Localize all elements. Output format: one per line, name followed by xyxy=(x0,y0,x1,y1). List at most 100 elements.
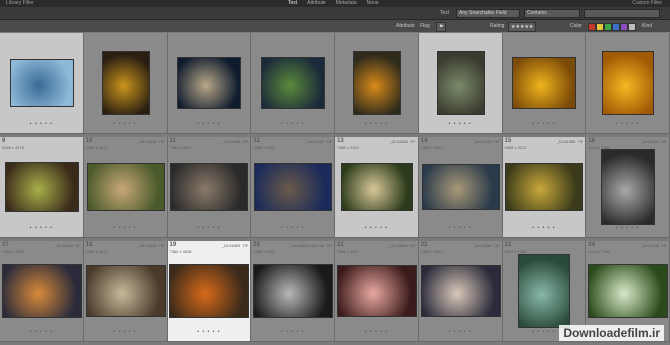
photo-thumbnail[interactable] xyxy=(255,164,332,210)
photo-thumbnail[interactable] xyxy=(519,255,570,327)
watermark: Downloadefilm.ir xyxy=(559,325,664,341)
field-select[interactable]: Any Searchable Field xyxy=(456,9,520,18)
photo-thumbnail[interactable] xyxy=(589,265,668,317)
grid-cell[interactable]: 9 3348 x 4176 • • • • • xyxy=(0,137,84,238)
photo-thumbnail[interactable] xyxy=(178,58,241,108)
grid-cell[interactable]: • • • • • xyxy=(335,33,419,134)
grid-cell[interactable]: • • • • • xyxy=(418,33,503,134)
photo-thumbnail[interactable] xyxy=(102,52,149,114)
photo-thumbnail[interactable] xyxy=(86,266,165,316)
custom-filter-label[interactable]: Custom Filter xyxy=(632,0,662,7)
rating-dots: • • • • • xyxy=(113,225,137,231)
title-bar: Library Filter Text Attribute Metadata N… xyxy=(0,0,670,7)
tab-text[interactable]: Text xyxy=(288,0,297,7)
cell-number: 16 xyxy=(588,138,595,144)
cell-number: 9 xyxy=(2,138,6,144)
photo-thumbnail[interactable] xyxy=(506,164,583,210)
file-type-badge: TIF xyxy=(326,139,332,144)
photo-thumbnail[interactable] xyxy=(422,165,499,209)
photo-thumbnail[interactable] xyxy=(437,52,484,114)
grid-cell[interactable]: • • • • • xyxy=(83,33,168,134)
color-blue-chip[interactable] xyxy=(612,23,620,31)
file-type-badge: TIF xyxy=(74,243,81,248)
grid-cell[interactable]: 22 7360 x 4912 _DL04696 TIF • • • • • xyxy=(418,241,503,342)
cell-dimensions: 4912 x 7360 xyxy=(504,249,527,254)
rating-dots: • • • • • xyxy=(197,225,221,231)
rating-dots: • • • • • xyxy=(532,225,556,231)
grid-cell[interactable]: 20 7360 x 4912 _DL04669 Edit Edit TIF • • • … xyxy=(251,241,335,342)
cell-number: 15 xyxy=(504,138,512,144)
photo-thumbnail[interactable] xyxy=(254,265,333,317)
cell-filename: _DL04448 xyxy=(138,139,157,144)
photo-thumbnail[interactable] xyxy=(2,265,81,317)
photo-thumbnail[interactable] xyxy=(170,265,249,317)
file-type-badge: TIF xyxy=(577,139,584,144)
photo-thumbnail[interactable] xyxy=(10,60,73,106)
tab-attribute[interactable]: Attribute xyxy=(307,0,326,7)
tab-none[interactable]: None xyxy=(367,0,379,7)
search-input[interactable] xyxy=(584,9,660,18)
grid-cell[interactable]: 15 4908 x 3272 _DL04485 TIF • • • • • xyxy=(502,137,587,238)
grid-cell[interactable]: 12 7360 x 4912 _DL04457 TIF • • • • • xyxy=(251,137,335,238)
grid-cell[interactable]: 11 7360 x 4912 _DL04448 TIF • • • • • xyxy=(167,137,252,238)
rating-stars[interactable]: ★★★★★ xyxy=(508,22,537,32)
grid-cell[interactable]: 13 7360 x 4912 _DL04468 TIF • • • • • xyxy=(335,137,419,238)
grid-cell[interactable]: • • • • • xyxy=(251,33,335,134)
photo-thumbnail[interactable] xyxy=(421,266,500,316)
rating-dots: • • • • • xyxy=(280,225,305,231)
cell-filename: _DL04448 xyxy=(221,139,241,144)
grid-cell[interactable]: 14 7360 x 4912 _DL04474 TIF • • • • • xyxy=(418,137,503,238)
flag-label: Flag xyxy=(420,23,430,29)
grid-cell[interactable]: 17 7360 x 4912 _DL04448 TIF • • • • • xyxy=(0,241,84,342)
file-type-badge: TIF xyxy=(242,139,249,144)
cell-number: 13 xyxy=(337,138,344,144)
grid-cell[interactable]: • • • • • xyxy=(586,33,670,134)
operator-select[interactable]: Contains xyxy=(524,9,580,18)
grid-cell[interactable]: 16 4912 x 7360 _DL04491 TIF • • • • • xyxy=(586,137,670,238)
photo-thumbnail[interactable] xyxy=(5,163,78,211)
photo-thumbnail[interactable] xyxy=(513,58,576,108)
grid-cell[interactable]: • • • • • xyxy=(502,33,587,134)
color-green-chip[interactable] xyxy=(604,23,612,31)
rating-dots: • • • • • xyxy=(113,329,137,335)
flag-button[interactable]: ⚑ xyxy=(436,22,447,32)
attribute-label: Attribute xyxy=(396,23,415,29)
tab-metadata[interactable]: Metadata xyxy=(336,0,357,7)
cell-dimensions: 4908 x 3272 xyxy=(504,145,527,150)
grid-cell[interactable]: 18 7360 x 4912 _DL04449 TIF • • • • • xyxy=(83,241,168,342)
grid-cell[interactable]: 19 7360 x 4928 _DL04829 TIF • • • • • xyxy=(167,241,252,342)
color-yellow-chip[interactable] xyxy=(596,23,604,31)
grid-cell[interactable]: 21 7360 x 4912 _DL04680 TIF • • • • • xyxy=(335,241,419,342)
cell-number: 11 xyxy=(169,138,176,144)
photo-thumbnail[interactable] xyxy=(341,164,412,210)
cell-number: 17 xyxy=(2,242,9,248)
cell-filename: _DL04736 xyxy=(640,243,659,248)
kind-label: Kind xyxy=(642,23,653,29)
cell-dimensions: 7360 x 4928 xyxy=(169,249,192,254)
color-none-chip[interactable] xyxy=(628,23,636,31)
photo-thumbnail[interactable] xyxy=(262,58,325,108)
photo-thumbnail[interactable] xyxy=(337,266,416,316)
cell-dimensions: 4912 x 7360 xyxy=(588,249,611,254)
photo-thumbnail[interactable] xyxy=(603,52,654,114)
rating-dots: • • • • • xyxy=(364,121,389,127)
photo-thumbnail[interactable] xyxy=(171,164,248,210)
rating-dots: • • • • • xyxy=(448,329,472,335)
cell-dimensions: 7360 x 4912 xyxy=(420,249,443,254)
photo-thumbnail[interactable] xyxy=(602,150,655,224)
grid-cell[interactable]: 10 7360 x 4912 _DL04448 TIF • • • • • xyxy=(83,137,168,238)
cell-dimensions: 7360 x 4912 xyxy=(253,249,276,254)
cell-number: 14 xyxy=(420,138,428,144)
cell-dimensions: 7360 x 4912 xyxy=(85,145,108,150)
color-red-chip[interactable] xyxy=(588,23,596,31)
cell-dimensions: 7360 x 4912 xyxy=(337,249,360,254)
grid-cell[interactable]: • • • • • xyxy=(0,33,84,134)
cell-dimensions: 7360 x 4912 xyxy=(337,145,360,150)
photo-thumbnail[interactable] xyxy=(87,164,164,210)
file-type-badge: TIF xyxy=(661,243,667,248)
file-type-badge: TIF xyxy=(242,243,249,248)
grid-cell[interactable]: • • • • • xyxy=(167,33,252,134)
photo-thumbnail[interactable] xyxy=(353,52,400,114)
color-purple-chip[interactable] xyxy=(620,23,628,31)
cell-filename: _DL04468 xyxy=(389,139,408,144)
